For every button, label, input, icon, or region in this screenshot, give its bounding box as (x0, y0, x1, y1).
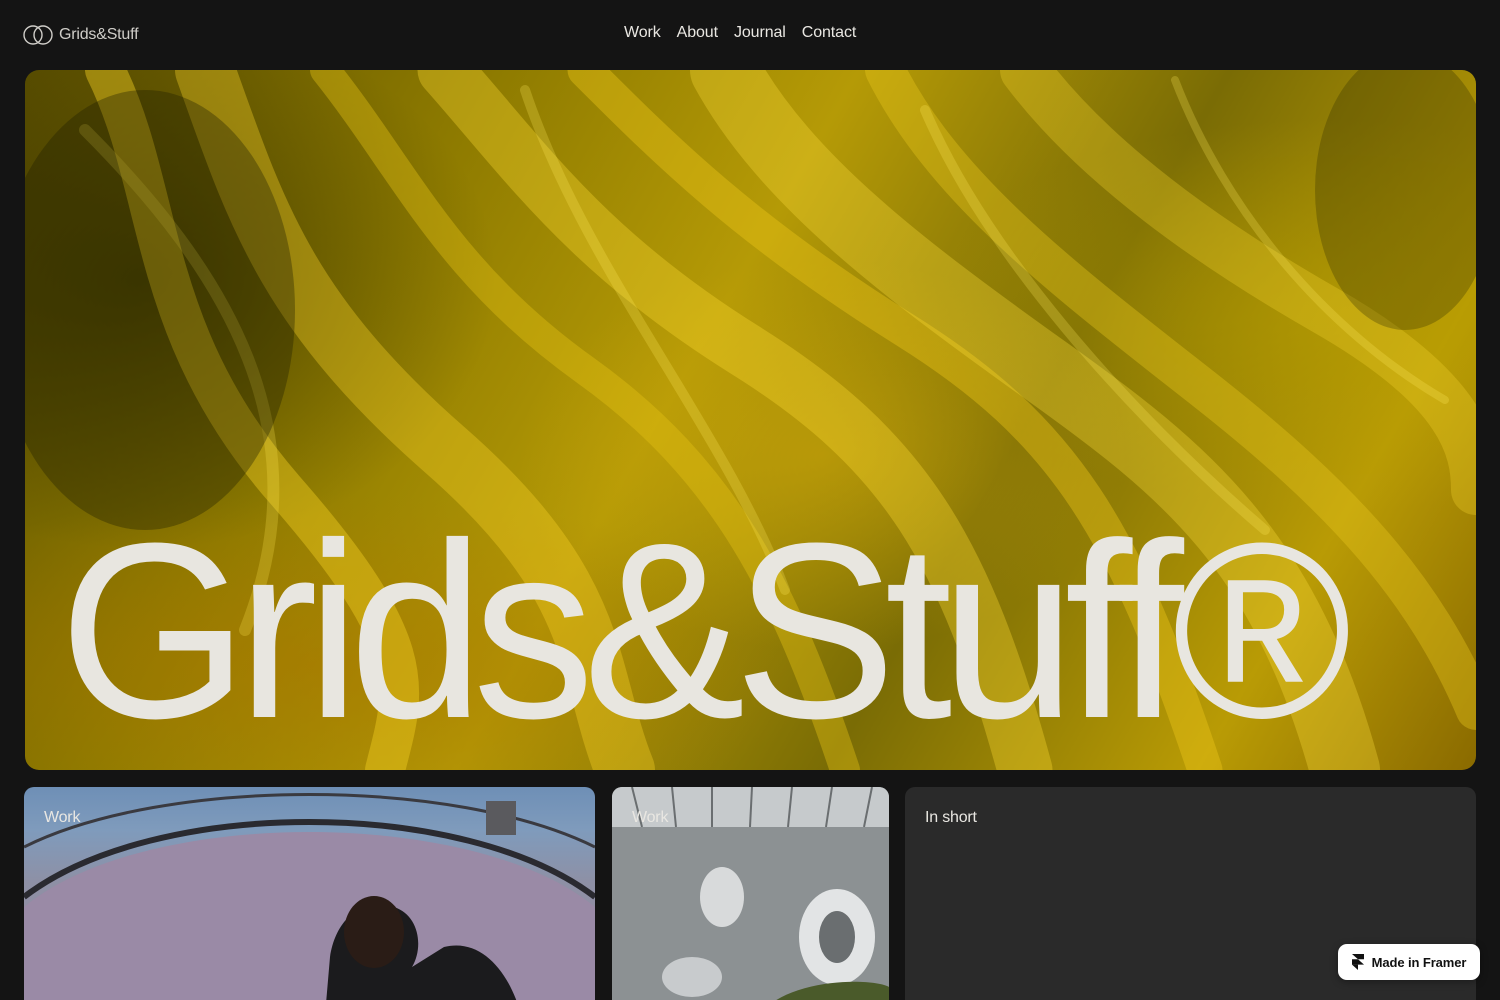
page: Grids&Stuff Work About Journal Contact G… (0, 0, 1500, 1000)
portrait-man-photo (24, 793, 595, 1000)
card-label: Work (44, 809, 81, 826)
nav-contact[interactable]: Contact (802, 22, 857, 44)
framer-logo-icon (1351, 954, 1364, 970)
nav-journal[interactable]: Journal (734, 22, 786, 44)
work-card-portrait[interactable]: Work (24, 787, 595, 1000)
nav-about[interactable]: About (677, 22, 718, 44)
card-label: In short (925, 809, 977, 826)
badge-label: Made in Framer (1371, 954, 1467, 970)
hero-banner: Grids&Stuff® (25, 70, 1476, 770)
main-nav: Work About Journal Contact (624, 22, 856, 44)
nav-work[interactable]: Work (624, 22, 661, 44)
logo-text: Grids&Stuff (59, 26, 139, 43)
made-in-framer-badge[interactable]: Made in Framer (1338, 944, 1480, 980)
hero-title: Grids&Stuff® (59, 491, 1352, 770)
card-label: Work (632, 809, 669, 826)
logo-link[interactable]: Grids&Stuff (23, 24, 139, 46)
work-card-render[interactable]: Work (612, 787, 889, 1000)
site-header: Grids&Stuff Work About Journal Contact (0, 0, 1500, 68)
interlocking-circles-icon (23, 25, 53, 45)
